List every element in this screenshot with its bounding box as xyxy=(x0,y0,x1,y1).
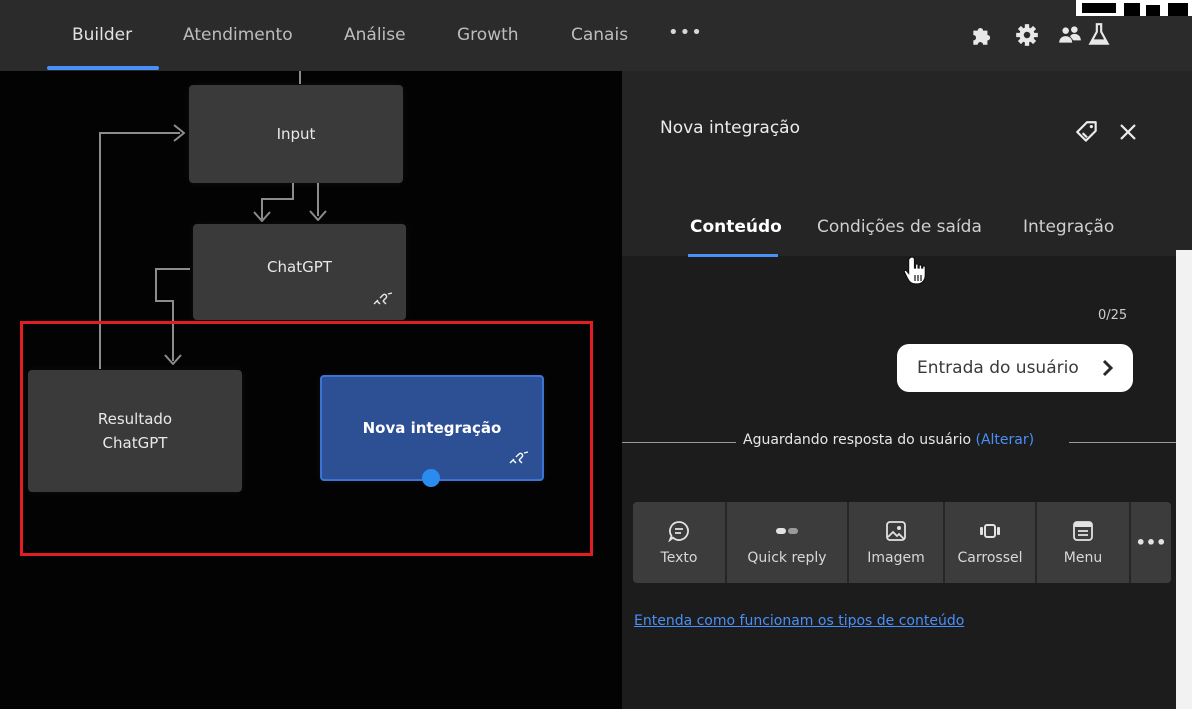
nav-more-button[interactable]: ••• xyxy=(668,22,703,43)
tool-imagem[interactable]: Imagem xyxy=(849,502,945,583)
tool-carrossel[interactable]: Carrossel xyxy=(945,502,1037,583)
integration-plug-icon xyxy=(373,292,393,305)
tag-icon[interactable] xyxy=(1074,119,1100,145)
node-chatgpt[interactable]: ChatGPT xyxy=(193,224,406,320)
node-nova-label: Nova integração xyxy=(362,419,502,437)
node-input-label: Input xyxy=(276,125,316,143)
menu-icon xyxy=(1073,520,1093,541)
corner-overlay-mark xyxy=(1076,0,1192,16)
flow-canvas[interactable]: Input ChatGPT Resultado ChatGPT Nova int… xyxy=(0,71,622,709)
waiting-label: Aguardando resposta do usuário xyxy=(743,432,972,448)
more-dots-icon: ••• xyxy=(1135,533,1167,552)
tool-more-button[interactable]: ••• xyxy=(1131,502,1171,583)
node-chatgpt-label: ChatGPT xyxy=(267,258,332,276)
waiting-response-text: Aguardando resposta do usuário (Alterar) xyxy=(743,432,1034,448)
tab-conteudo[interactable]: Conteúdo xyxy=(690,217,782,237)
nav-canais[interactable]: Canais xyxy=(571,25,628,45)
panel-title: Nova integração xyxy=(660,118,800,138)
tool-carrossel-label: Carrossel xyxy=(957,549,1023,566)
node-resultado-label-1: Resultado xyxy=(97,410,173,428)
divider-right xyxy=(1069,442,1176,443)
quick-reply-icon xyxy=(776,527,798,534)
active-tab-underline xyxy=(688,254,778,257)
node-resultado-label-2: ChatGPT xyxy=(102,434,168,452)
content-type-toolbar: Texto Quick reply Imagem Carrossel Menu xyxy=(633,502,1171,583)
user-input-label: Entrada do usuário xyxy=(917,358,1079,378)
users-icon[interactable] xyxy=(1057,22,1083,48)
node-input[interactable]: Input xyxy=(189,85,403,183)
tab-integracao[interactable]: Integração xyxy=(1023,217,1114,237)
nav-analise[interactable]: Análise xyxy=(344,25,406,45)
tool-imagem-label: Imagem xyxy=(867,549,925,566)
node-connection-handle[interactable] xyxy=(422,469,440,487)
nav-atendimento[interactable]: Atendimento xyxy=(183,25,293,45)
node-nova-integracao[interactable]: Nova integração xyxy=(320,375,544,481)
tool-quick-reply-label: Quick reply xyxy=(747,549,827,566)
tab-condicoes-de-saida[interactable]: Condições de saída xyxy=(817,217,982,237)
divider-left xyxy=(622,442,736,443)
node-resultado-chatgpt[interactable]: Resultado ChatGPT xyxy=(28,370,242,492)
tool-menu-label: Menu xyxy=(1063,549,1103,566)
help-link[interactable]: Entenda como funcionam os tipos de conte… xyxy=(634,613,964,629)
active-tab-indicator xyxy=(47,66,159,70)
gear-icon[interactable] xyxy=(1014,22,1040,48)
hand-cursor-icon xyxy=(903,256,926,285)
flask-icon[interactable] xyxy=(1086,22,1112,48)
tool-quick-reply[interactable]: Quick reply xyxy=(727,502,849,583)
chevron-right-icon xyxy=(1102,359,1114,377)
close-icon[interactable] xyxy=(1117,121,1139,143)
nav-growth[interactable]: Growth xyxy=(457,25,519,45)
character-counter: 0/25 xyxy=(1098,308,1128,323)
tool-texto-label: Texto xyxy=(660,549,698,566)
integration-plug-icon xyxy=(509,451,529,464)
top-navigation-bar: Builder Atendimento Análise Growth Canai… xyxy=(0,0,1192,71)
scrollbar[interactable] xyxy=(1176,250,1192,709)
panel-header: Nova integração Conteúdo Condições de sa… xyxy=(622,71,1192,257)
chat-bubble-icon xyxy=(668,520,689,542)
puzzle-icon[interactable] xyxy=(969,22,995,48)
tool-texto[interactable]: Texto xyxy=(633,502,727,583)
user-input-button[interactable]: Entrada do usuário xyxy=(897,344,1133,392)
tool-menu[interactable]: Menu xyxy=(1037,502,1131,583)
change-link[interactable]: (Alterar) xyxy=(975,432,1034,448)
carousel-icon xyxy=(980,523,1000,538)
image-icon xyxy=(886,520,906,541)
nav-builder[interactable]: Builder xyxy=(72,25,132,45)
